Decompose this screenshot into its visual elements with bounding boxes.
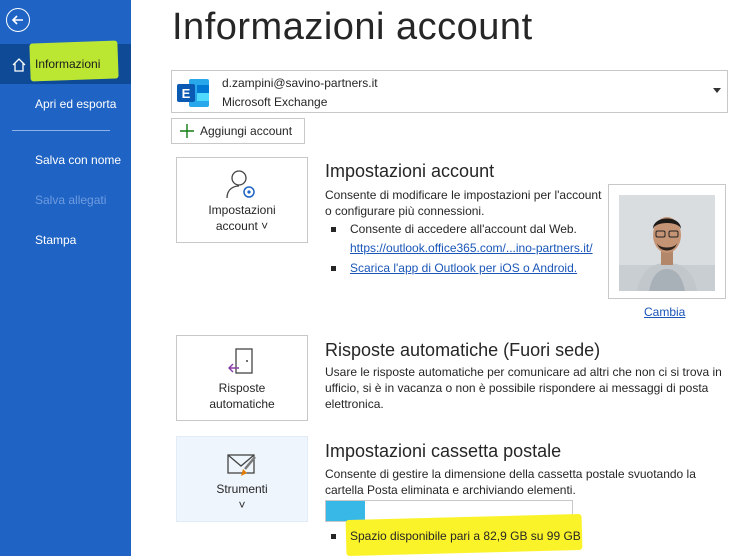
bullet <box>331 534 336 539</box>
sidebar-item-stampa[interactable]: Stampa <box>0 220 131 260</box>
tile-label-line1: Strumenti <box>216 482 268 496</box>
sidebar: Informazioni Apri ed esporta Salva con n… <box>0 0 131 556</box>
tile-label-line2: account ˅ <box>215 219 269 233</box>
tile-label-line2: ˅ <box>238 498 246 512</box>
sidebar-item-salva-allegati: Salva allegati <box>0 180 131 220</box>
mailbox-tools-icon <box>227 454 256 476</box>
add-account-button[interactable]: Aggiungi account <box>171 118 305 144</box>
mailbox-usage-fill <box>326 501 366 521</box>
sidebar-item-label: Stampa <box>35 233 77 247</box>
section-title-account-settings: Impostazioni account <box>325 161 495 181</box>
section-title-auto-replies: Risposte automatiche (Fuori sede) <box>325 340 601 360</box>
add-account-label: Aggiungi account <box>200 124 293 138</box>
bullet <box>331 266 336 271</box>
page-title: Informazioni account <box>172 6 533 48</box>
sidebar-item-label: Informazioni <box>35 57 101 71</box>
exchange-logo-icon: E <box>177 79 209 107</box>
bullet <box>331 227 336 232</box>
section-desc-auto-replies: Usare le risposte automatiche per comuni… <box>325 365 722 411</box>
user-settings-icon <box>226 170 255 199</box>
section-desc-account-settings: Consente di modificare le impostazioni p… <box>325 188 602 218</box>
tile-label-line1: Risposte <box>218 381 266 395</box>
download-app-link[interactable]: Scarica l'app di Outlook per iOS o Andro… <box>350 261 577 275</box>
svg-text:E: E <box>182 86 191 101</box>
account-type: Microsoft Exchange <box>222 95 328 109</box>
sidebar-divider <box>12 130 110 131</box>
sidebar-item-informazioni[interactable]: Informazioni <box>0 40 131 84</box>
sidebar-item-apri-ed-esporta[interactable]: Apri ed esporta <box>0 84 131 124</box>
sidebar-item-label: Salva con nome <box>35 153 122 167</box>
tile-label-line2: automatiche <box>209 397 275 411</box>
outlook-web-link[interactable]: https://outlook.office365.com/...ino-par… <box>350 241 593 255</box>
chevron-down-icon[interactable] <box>713 88 721 93</box>
account-selector[interactable]: E d.zampini@savino-partners.it Microsoft… <box>171 70 728 113</box>
sidebar-item-label: Salva allegati <box>35 193 107 207</box>
tools-button[interactable]: Strumenti ˅ <box>176 436 308 522</box>
section-desc-mailbox: Consente di gestire la dimensione della … <box>325 467 696 497</box>
change-photo-link[interactable]: Cambia <box>644 305 685 319</box>
auto-replies-button[interactable]: Risposte automatiche <box>176 335 308 421</box>
account-email: d.zampini@savino-partners.it <box>222 76 378 90</box>
sidebar-item-salva-con-nome[interactable]: Salva con nome <box>0 140 131 180</box>
back-arrow-icon[interactable] <box>6 8 30 32</box>
section-title-mailbox: Impostazioni cassetta postale <box>325 441 562 461</box>
profile-photo-frame <box>608 184 726 299</box>
plus-icon <box>180 124 194 138</box>
home-icon <box>12 58 26 72</box>
tile-label-line1: Impostazioni <box>208 203 276 217</box>
bullet-text: Consente di accedere all'account dal Web… <box>350 222 577 236</box>
account-settings-button[interactable]: Impostazioni account ˅ <box>176 157 308 243</box>
sidebar-item-label: Apri ed esporta <box>35 97 117 111</box>
auto-reply-icon <box>228 348 253 374</box>
avatar <box>619 195 715 291</box>
mailbox-space-text: Spazio disponibile pari a 82,9 GB su 99 … <box>350 529 581 543</box>
